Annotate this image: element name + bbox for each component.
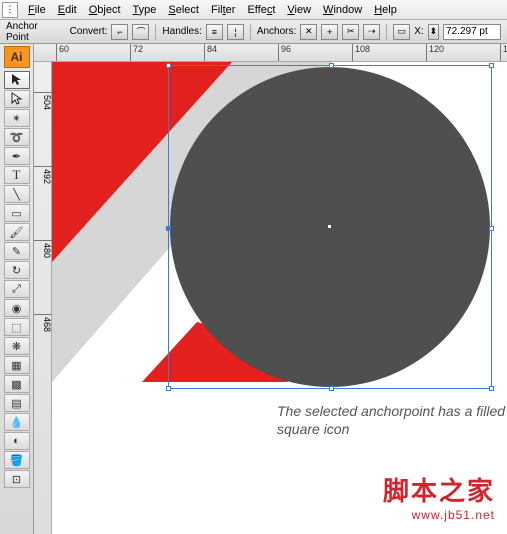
rectangle-tool[interactable]: ▭ <box>4 204 30 222</box>
blend-tool[interactable]: ◐ <box>4 432 30 450</box>
app-icon: ⋮ <box>2 2 18 18</box>
convert-smooth-icon[interactable]: ⌒ <box>132 24 149 40</box>
watermark-url: www.jb51.net <box>383 508 495 522</box>
watermark: 脚本之家 www.jb51.net <box>383 471 495 522</box>
center-point-icon <box>328 225 331 228</box>
anchor-connect-icon[interactable]: ⇢ <box>363 24 380 40</box>
menu-view[interactable]: View <box>281 2 317 18</box>
menubar: ⋮ FFileile Edit Object Type Select Filte… <box>0 0 507 20</box>
menu-select[interactable]: Select <box>162 2 205 18</box>
menu-object[interactable]: Object <box>83 2 127 18</box>
lasso-tool[interactable]: ➰ <box>4 128 30 146</box>
mode-label: Anchor Point <box>6 21 60 43</box>
line-tool[interactable]: ╲ <box>4 185 30 203</box>
free-transform-tool[interactable]: ⬚ <box>4 318 30 336</box>
menu-filter[interactable]: Filter <box>205 2 241 18</box>
mesh-tool[interactable]: ▩ <box>4 375 30 393</box>
convert-corner-icon[interactable]: ⌐ <box>111 24 128 40</box>
menu-edit[interactable]: Edit <box>52 2 83 18</box>
warp-tool[interactable]: ◉ <box>4 299 30 317</box>
ai-badge: Ai <box>4 46 30 68</box>
selection-tool[interactable] <box>4 71 30 89</box>
align-icon[interactable]: ▭ <box>393 24 410 40</box>
scale-tool[interactable]: ⤢ <box>4 280 30 298</box>
handles-show-icon[interactable]: ≡ <box>206 24 223 40</box>
anchor-cut-icon[interactable]: ✂ <box>342 24 359 40</box>
direct-selection-tool[interactable] <box>4 90 30 108</box>
graph-tool[interactable]: ▦ <box>4 356 30 374</box>
pen-tool[interactable]: ✒ <box>4 147 30 165</box>
live-paint-tool[interactable]: 🪣 <box>4 451 30 469</box>
rotate-tool[interactable]: ↻ <box>4 261 30 279</box>
handles-hide-icon[interactable]: ¦ <box>227 24 244 40</box>
paintbrush-tool[interactable]: 🖌 <box>4 223 30 241</box>
canvas[interactable]: The selected anchorpoint has a filled sq… <box>52 62 507 534</box>
crop-tool[interactable]: ⊡ <box>4 470 30 488</box>
menu-help[interactable]: Help <box>368 2 403 18</box>
magic-wand-tool[interactable]: ✴ <box>4 109 30 127</box>
pencil-tool[interactable]: ✎ <box>4 242 30 260</box>
anchor-remove-icon[interactable]: ✕ <box>300 24 317 40</box>
toolbox: Ai ✴ ➰ ✒ T ╲ ▭ 🖌 ✎ ↻ ⤢ ◉ ⬚ ❋ ▦ ▩ ▤ 💧 ◐ 🪣… <box>0 44 34 534</box>
type-tool[interactable]: T <box>4 166 30 184</box>
convert-label: Convert: <box>70 26 108 37</box>
menu-effect[interactable]: Effect <box>241 2 281 18</box>
menu-window[interactable]: Window <box>317 2 368 18</box>
handles-label: Handles: <box>162 26 201 37</box>
menu-file[interactable]: FFileile <box>22 2 52 18</box>
menu-type[interactable]: Type <box>127 2 163 18</box>
link-xy-icon[interactable]: ⬍ <box>428 24 439 40</box>
horizontal-ruler: 60 72 84 96 108 120 132 <box>34 44 507 62</box>
vertical-ruler: 504 492 480 468 <box>34 62 52 534</box>
anchors-label: Anchors: <box>257 26 296 37</box>
annotation-caption: The selected anchorpoint has a filled sq… <box>277 402 507 438</box>
eyedropper-tool[interactable]: 💧 <box>4 413 30 431</box>
x-field[interactable] <box>443 24 501 40</box>
watermark-text: 脚本之家 <box>383 471 495 508</box>
symbol-sprayer-tool[interactable]: ❋ <box>4 337 30 355</box>
anchor-add-icon[interactable]: + <box>321 24 338 40</box>
x-label: X: <box>414 26 423 37</box>
control-bar: Anchor Point Convert: ⌐ ⌒ Handles: ≡ ¦ A… <box>0 20 507 44</box>
gradient-tool[interactable]: ▤ <box>4 394 30 412</box>
